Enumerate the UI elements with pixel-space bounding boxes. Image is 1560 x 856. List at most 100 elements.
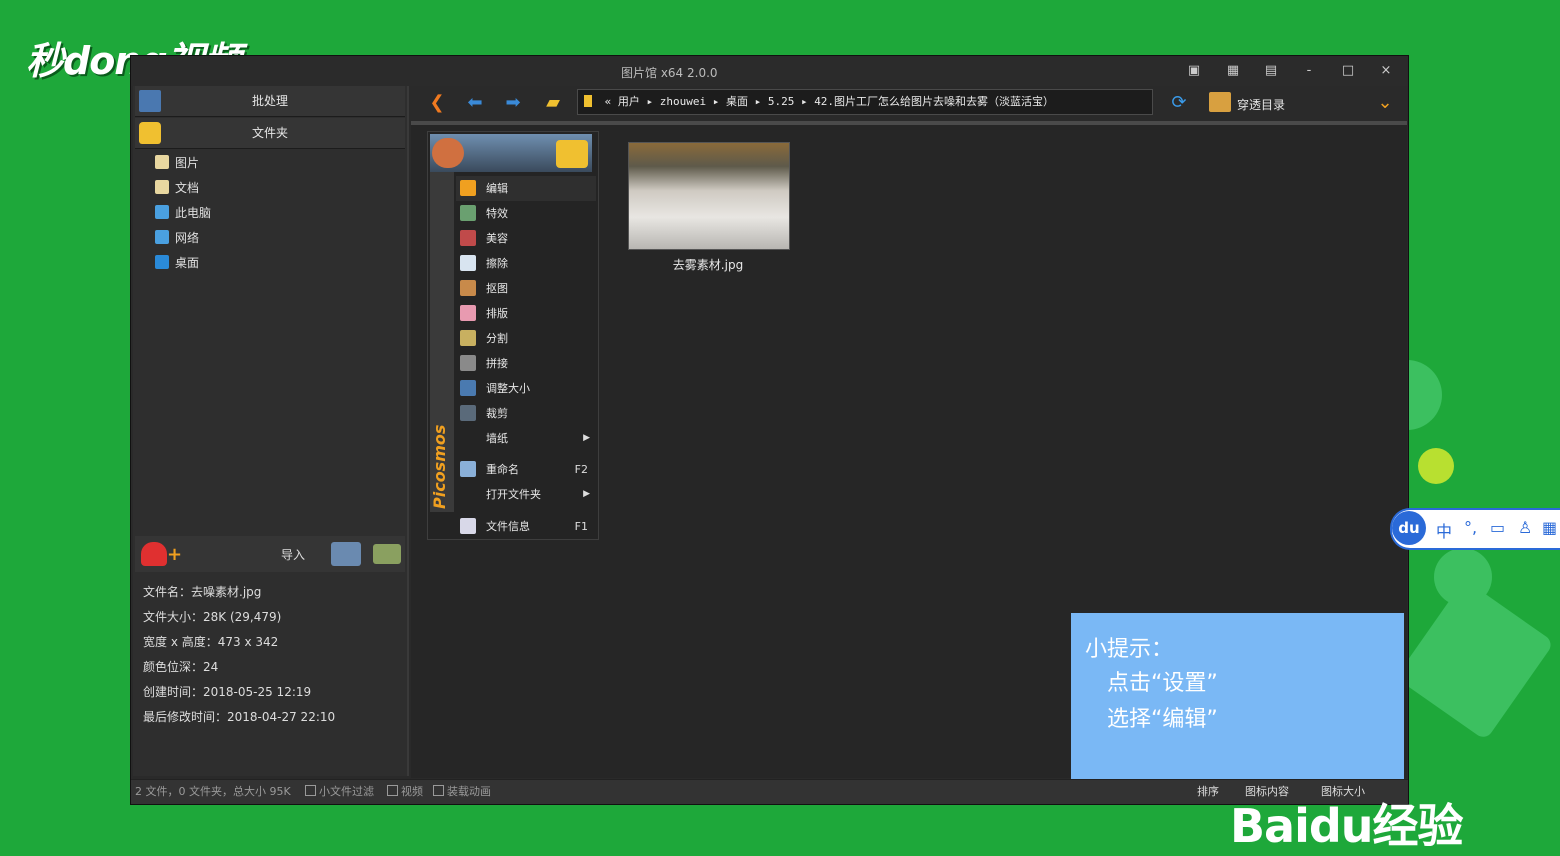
image-thumbnail[interactable] [628,142,790,250]
baidu-ime-logo[interactable]: du [1392,511,1426,545]
menu-item[interactable]: 抠图 [456,276,596,301]
sort-button[interactable]: 排序 [1197,780,1219,804]
folder-icon [139,122,161,144]
left-panel: 批处理 文件夹 图片文档此电脑网络桌面 + 导入 文件名：去噪素材.jpg 文件大… [133,86,409,776]
tip-title: 小提示： [1085,637,1174,662]
monitor-icon[interactable]: ▤ [1261,62,1281,80]
tip-box: 小提示： 点击“设置” 选择“编辑” [1071,613,1404,779]
ime-toolbar: du 中 °, ▭ ♙ ▦ [1390,508,1560,550]
menu-item-label: 编辑 [486,182,508,195]
menu-item[interactable]: 擦除 [456,251,596,276]
effects-icon [460,205,476,221]
keyboard-icon[interactable]: ▭ [1490,518,1505,537]
menu-item[interactable]: 编辑 [456,176,596,201]
minimize-button[interactable]: - [1299,62,1319,80]
menu-item-shortcut: F2 [574,463,588,476]
menu-item[interactable]: 排版 [456,301,596,326]
cutout-icon [460,280,476,296]
maximize-button[interactable]: □ [1338,62,1358,80]
skin-icon[interactable]: ▦ [1223,62,1243,80]
menu-item[interactable]: 分割 [456,326,596,351]
settings-gear-icon[interactable] [432,138,464,168]
menu-header [430,134,592,172]
status-summary: 2 文件，0 文件夹，总大小 95K [135,785,291,798]
chevron-down-icon[interactable]: ⌄ [1373,92,1397,114]
desktop-icon [155,255,169,269]
refresh-icon[interactable]: ⟳ [1167,92,1191,114]
file-info-line: 最后修改时间：2018-04-27 22:10 [143,710,336,724]
user-icon[interactable]: ♙ [1518,518,1532,537]
menu-item-label: 特效 [486,207,508,220]
video-checkbox[interactable]: 视频 [387,780,423,804]
file-info-line: 文件名：去噪素材.jpg [143,585,262,599]
status-bar: 2 文件，0 文件夹，总大小 95K 小文件过滤 视频 装载动画 排序 图标内容… [131,779,1408,804]
menu-item[interactable]: 重命名 F2 [456,457,596,482]
menu-item-shortcut: F1 [574,520,588,533]
tree-item[interactable]: 此电脑 [155,202,211,224]
favorite-add-icon[interactable] [141,542,167,566]
menu-item-label: 裁剪 [486,407,508,420]
edit-icon [460,180,476,196]
layout-icon [460,305,476,321]
pass-through-button[interactable]: 穿透目录 [1237,96,1285,113]
view-mode-icon[interactable]: ▣ [1184,62,1204,80]
punctuation-icon[interactable]: °, [1464,518,1477,537]
folder-button[interactable]: 文件夹 [135,118,405,149]
tree-item[interactable]: 文档 [155,177,199,199]
ime-mode-toggle[interactable]: 中 [1436,518,1452,542]
menu-item[interactable]: 墙纸 ▶ [456,426,596,451]
baidu-watermark: Baidu经验 [1230,799,1464,853]
tree-item-label: 文档 [175,181,200,195]
import-label[interactable]: 导入 [281,546,305,563]
menu-item-label: 分割 [486,332,508,345]
menu-item-label: 排版 [486,307,508,320]
menu-item-label: 抠图 [486,282,508,295]
load-animation-label: 装载动画 [447,785,491,798]
load-animation-checkbox[interactable]: 装载动画 [433,780,491,804]
open-folder-icon[interactable]: ▰ [541,92,565,114]
left-arrow-icon[interactable]: ⬅ [463,92,487,114]
camera-import-icon[interactable] [331,542,361,566]
folder-tree-icon [1209,92,1231,112]
video-label: 视频 [401,785,423,798]
folder-label: 文件夹 [251,126,288,140]
documents-icon [155,180,169,194]
close-button[interactable]: × [1376,62,1396,80]
context-menu: Picosmos 编辑 特效 美容 擦除 抠图 排版 分割 拼接 调整大小 裁剪 墙纸 ▶ 重命名 F2 打… [427,131,599,540]
menu-item[interactable]: 调整大小 [456,376,596,401]
right-arrow-icon[interactable]: ➡ [501,92,525,114]
batch-process-button[interactable]: 批处理 [135,86,405,117]
menu-item[interactable]: 打开文件夹 ▶ [456,482,596,507]
small-file-filter-checkbox[interactable]: 小文件过滤 [305,780,374,804]
title-bar: 图片馆 x64 2.0.0 ▣ ▦ ▤ - □ × [131,56,1408,86]
window-title: 图片馆 x64 2.0.0 [621,66,718,80]
menu-item[interactable]: 美容 [456,226,596,251]
menu-item[interactable]: 拼接 [456,351,596,376]
rename-icon [460,461,476,477]
address-bar[interactable]: « 用户 ▸ zhouwei ▸ 桌面 ▸ 5.25 ▸ 42.图片工厂怎么给图… [577,89,1153,115]
file-info-line: 宽度 x 高度：473 x 342 [143,635,279,649]
back-arrow-icon[interactable]: ❮ [425,92,449,114]
decor-dot [1418,448,1454,484]
menu-item[interactable]: 裁剪 [456,401,596,426]
computer-icon [155,205,169,219]
menu-item-label: 拼接 [486,357,508,370]
batch-label: 批处理 [251,94,288,108]
thumbnail-filename[interactable]: 去雾素材.jpg [628,256,788,273]
erase-icon [460,255,476,271]
grid-menu-icon[interactable]: ▦ [1542,518,1557,537]
plus-icon: + [167,544,183,565]
tip-line-1: 点击“设置” [1107,671,1218,696]
folder-return-icon[interactable] [556,140,588,168]
tree-item[interactable]: 图片 [155,152,199,174]
scanner-import-icon[interactable] [373,544,401,564]
toolbar: ❮ ⬅ ➡ ▰ « 用户 ▸ zhouwei ▸ 桌面 ▸ 5.25 ▸ 42.… [411,86,1407,120]
submenu-arrow-icon: ▶ [583,489,590,499]
tree-item[interactable]: 桌面 [155,252,199,274]
tree-item[interactable]: 网络 [155,227,199,249]
menu-item[interactable]: 文件信息 F1 [456,514,596,539]
file-info-line: 文件大小：28K (29,479) [143,610,282,624]
file-info-line: 创建时间：2018-05-25 12:19 [143,685,312,699]
stitch-icon [460,355,476,371]
menu-item[interactable]: 特效 [456,201,596,226]
